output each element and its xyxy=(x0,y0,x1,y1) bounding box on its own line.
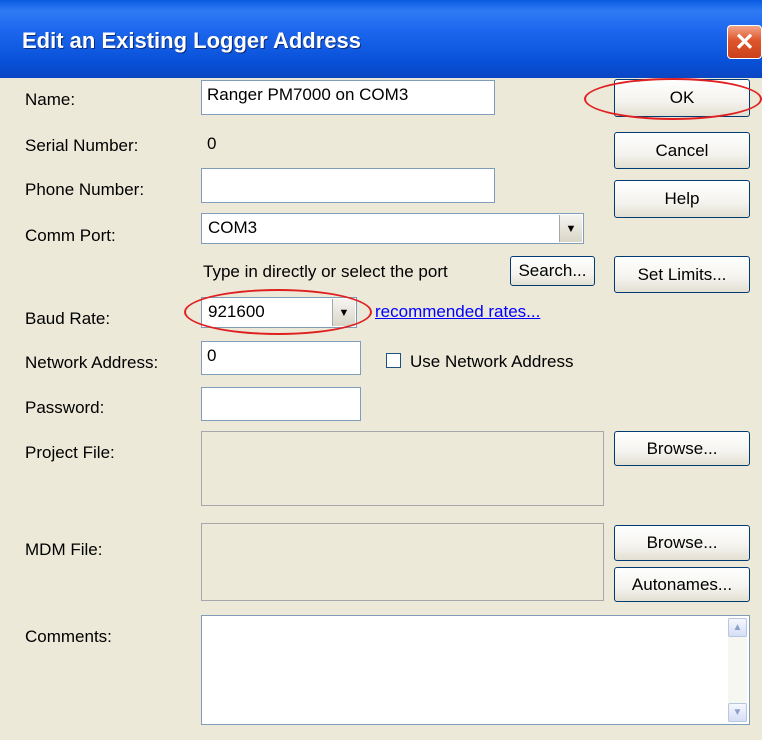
comments-label: Comments: xyxy=(25,627,112,646)
chevron-down-icon[interactable]: ▼ xyxy=(559,215,582,242)
name-input[interactable]: Ranger PM7000 on COM3 xyxy=(201,80,495,115)
comm-port-label: Comm Port: xyxy=(25,226,116,245)
baud-rate-select[interactable]: 921600 ▼ xyxy=(201,297,357,328)
ok-button[interactable]: OK xyxy=(614,79,750,117)
cancel-button[interactable]: Cancel xyxy=(614,132,750,169)
serial-number-label: Serial Number: xyxy=(25,136,139,155)
browse-mdm-button[interactable]: Browse... xyxy=(614,525,750,561)
mdm-file-box xyxy=(201,523,604,601)
window-title: Edit an Existing Logger Address xyxy=(22,28,362,53)
recommended-rates-link[interactable]: recommended rates... xyxy=(375,302,540,322)
network-address-input[interactable]: 0 xyxy=(201,341,361,375)
serial-number-value: 0 xyxy=(207,134,217,153)
comm-port-hint: Type in directly or select the port xyxy=(203,262,448,281)
title-bar: Edit an Existing Logger Address ✕ xyxy=(0,0,762,78)
scroll-up-icon[interactable]: ▲ xyxy=(728,618,747,637)
phone-number-input[interactable] xyxy=(201,168,495,203)
password-label: Password: xyxy=(25,398,105,417)
network-address-value: 0 xyxy=(207,346,217,365)
help-button[interactable]: Help xyxy=(614,180,750,218)
project-file-label: Project File: xyxy=(25,443,115,462)
comm-port-value: COM3 xyxy=(208,218,258,237)
network-address-label: Network Address: xyxy=(25,353,159,372)
chevron-down-icon[interactable]: ▼ xyxy=(332,299,355,326)
mdm-file-label: MDM File: xyxy=(25,540,103,559)
scroll-down-icon[interactable]: ▼ xyxy=(728,703,747,722)
baud-rate-label: Baud Rate: xyxy=(25,309,111,328)
comments-textarea[interactable]: ▲ ▼ xyxy=(201,615,750,725)
autonames-button[interactable]: Autonames... xyxy=(614,567,750,602)
name-label: Name: xyxy=(25,90,76,109)
password-input[interactable] xyxy=(201,387,361,421)
use-network-address-checkbox[interactable] xyxy=(386,353,401,368)
project-file-box xyxy=(201,431,604,506)
phone-number-label: Phone Number: xyxy=(25,180,145,199)
baud-rate-value: 921600 xyxy=(208,302,265,321)
search-button[interactable]: Search... xyxy=(510,256,595,286)
close-button[interactable]: ✕ xyxy=(727,25,762,59)
set-limits-button[interactable]: Set Limits... xyxy=(614,256,750,293)
name-input-value: Ranger PM7000 on COM3 xyxy=(207,85,409,104)
comments-scrollbar[interactable]: ▲ ▼ xyxy=(728,618,747,722)
use-network-address-label: Use Network Address xyxy=(410,352,574,371)
browse-project-button[interactable]: Browse... xyxy=(614,431,750,466)
close-icon: ✕ xyxy=(734,28,755,56)
comm-port-select[interactable]: COM3 ▼ xyxy=(201,213,584,244)
